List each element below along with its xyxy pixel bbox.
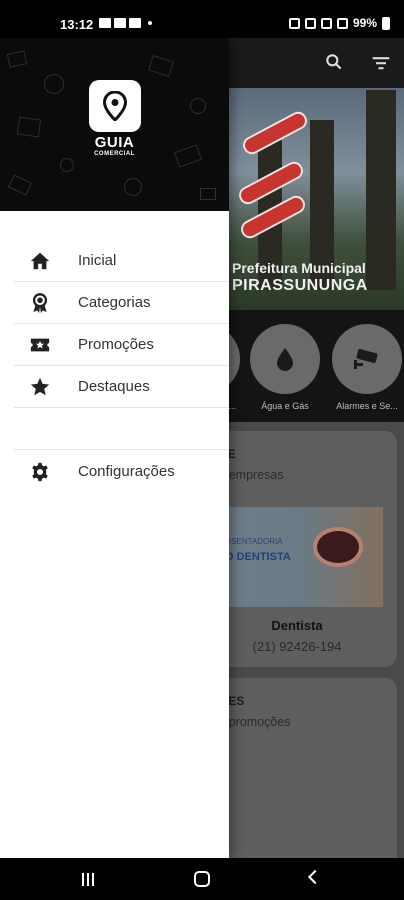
drawer-header: GUIA COMERCIAL (0, 38, 229, 211)
menu-item-inicial[interactable]: Inicial (14, 240, 229, 282)
menu-item-configuracoes[interactable]: Configurações (14, 451, 229, 493)
navigation-drawer: GUIA COMERCIAL Inicial Categorias Promoç… (0, 38, 229, 858)
status-bar: 13:12 99% (0, 0, 404, 38)
app-logo (89, 80, 141, 132)
back-button[interactable] (307, 869, 323, 885)
menu-divider (14, 449, 229, 450)
signal-icon (336, 17, 348, 29)
menu-item-categorias[interactable]: Categorias (14, 282, 229, 324)
alarm-icon (288, 17, 300, 29)
logo-subtitle: COMERCIAL (94, 151, 135, 157)
doodle-shape (190, 98, 206, 114)
star-icon (30, 377, 50, 396)
drawer-scrim[interactable] (229, 38, 404, 858)
gear-icon (32, 462, 48, 482)
doodle-shape (7, 174, 33, 196)
battery-percent: 99% (352, 16, 377, 30)
menu-item-label: Configurações (78, 463, 175, 480)
doodle-shape (200, 188, 216, 200)
status-time: 13:12 (60, 17, 94, 32)
ticket-icon (30, 338, 50, 352)
map-pin-icon (103, 91, 127, 121)
home-icon (30, 252, 50, 270)
menu-item-destaques[interactable]: Destaques (14, 366, 229, 408)
message-icon (129, 18, 141, 28)
more-notifications-icon (148, 21, 152, 25)
menu-item-label: Categorias (78, 294, 151, 311)
message-icon (114, 18, 126, 28)
system-navigation-bar (0, 858, 404, 900)
doodle-shape (124, 178, 142, 196)
recents-bar (87, 873, 89, 886)
doodle-shape (148, 54, 174, 78)
home-button[interactable] (194, 871, 210, 887)
wifi-icon (320, 17, 332, 29)
battery-icon (382, 16, 390, 30)
notification-icons (99, 18, 152, 28)
doodle-shape (44, 74, 64, 94)
doodle-shape (60, 158, 74, 172)
menu-divider (14, 407, 229, 408)
badge-icon (32, 293, 48, 314)
recents-bar (92, 873, 94, 886)
menu-item-label: Destaques (78, 378, 150, 395)
mute-icon (304, 17, 316, 29)
menu-item-label: Inicial (78, 252, 117, 269)
recents-button[interactable] (82, 873, 94, 886)
system-icons: 99% (288, 16, 390, 30)
gallery-icon (99, 18, 111, 28)
menu-item-promocoes[interactable]: Promoções (14, 324, 229, 366)
logo-title: GUIA (94, 134, 135, 151)
doodle-shape (6, 50, 28, 68)
recents-bar (82, 873, 84, 886)
menu-item-label: Promoções (78, 336, 154, 353)
